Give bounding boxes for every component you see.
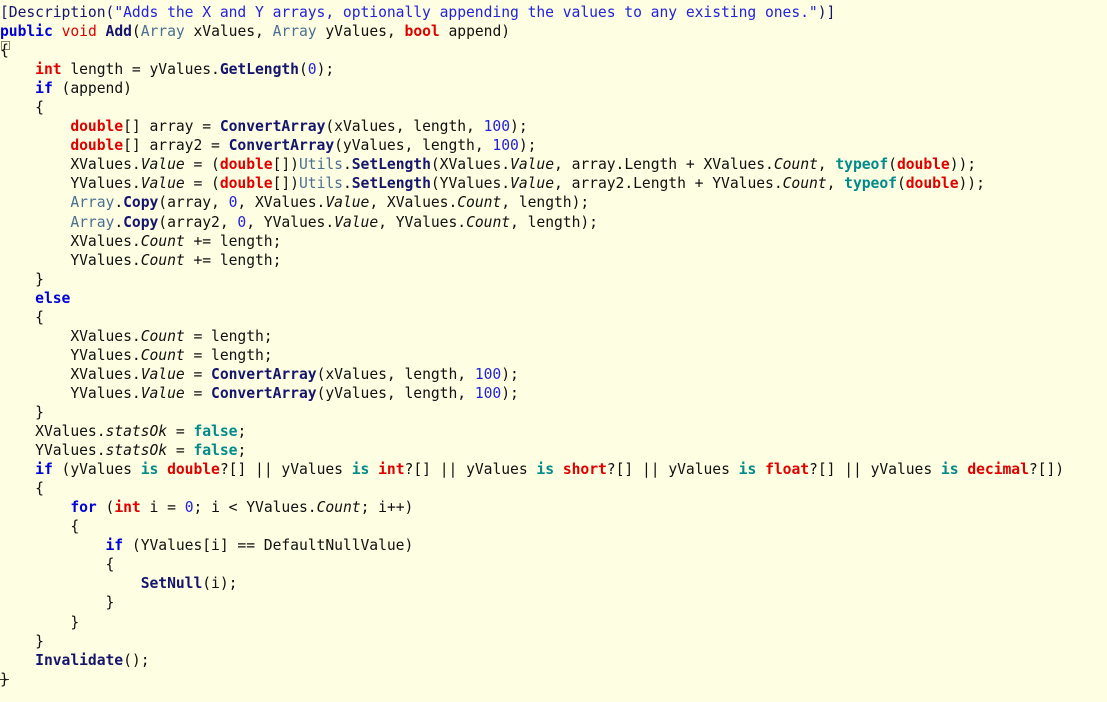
code-content[interactable]: [Description("Adds the X and Y arrays, o…: [0, 0, 1107, 689]
attribute-token: [Description(: [0, 4, 115, 21]
code-line: XValues.statsOk = false;: [0, 423, 247, 441]
code-line: Array.Copy(array, 0, XValues.Value, XVal…: [70, 194, 590, 212]
attribute-token: )]: [817, 4, 836, 21]
code-line: else: [35, 289, 71, 307]
code-line: }: [0, 632, 44, 650]
code-line: if (yValues is double?[] || yValues is i…: [35, 461, 1065, 479]
code-line: YValues.statsOk = false;: [0, 442, 247, 460]
code-line: {: [0, 480, 44, 498]
code-line: {: [0, 42, 9, 60]
code-line: if (append): [35, 80, 132, 98]
code-line: }: [0, 594, 115, 612]
code-line: SetNull(i);: [140, 575, 238, 593]
code-line: double[] array2 = ConvertArray(yValues, …: [70, 137, 537, 155]
code-line: double[] array = ConvertArray(xValues, l…: [70, 118, 528, 136]
code-line: {: [0, 556, 115, 574]
code-line: XValues.Count += length;: [0, 232, 282, 250]
code-line: YValues.Count = length;: [0, 346, 273, 364]
code-line: }: [0, 270, 44, 288]
code-line: if (YValues[i] == DefaultNullValue): [105, 537, 414, 555]
code-editor[interactable]: [Description("Adds the X and Y arrays, o…: [0, 0, 1107, 702]
code-line: YValues.Count += length;: [0, 251, 282, 269]
string-literal: "Adds the X and Y arrays, optionally app…: [114, 4, 818, 21]
code-line: }: [0, 403, 44, 421]
code-line: }: [0, 613, 80, 631]
code-line: for (int i = 0; i < YValues.Count; i++): [70, 499, 414, 517]
code-line: }: [0, 670, 9, 688]
code-line: int length = yValues.GetLength(0);: [35, 61, 335, 79]
code-line: public void Add(Array xValues, Array yVa…: [0, 23, 511, 41]
code-line: Invalidate();: [35, 651, 150, 669]
code-line: XValues.Value = ConvertArray(xValues, le…: [0, 365, 519, 383]
code-line: XValues.Value = (double[])Utils.SetLengt…: [0, 156, 977, 174]
code-line: YValues.Value = (double[])Utils.SetLengt…: [0, 175, 985, 193]
code-line: {: [0, 518, 80, 536]
code-line: XValues.Count = length;: [0, 327, 273, 345]
code-line: {: [0, 99, 44, 117]
code-line: YValues.Value = ConvertArray(yValues, le…: [0, 384, 519, 402]
code-line: Array.Copy(array2, 0, YValues.Value, YVa…: [70, 213, 598, 231]
code-line: [Description("Adds the X and Y arrays, o…: [0, 3, 1107, 22]
code-line: {: [0, 308, 44, 326]
